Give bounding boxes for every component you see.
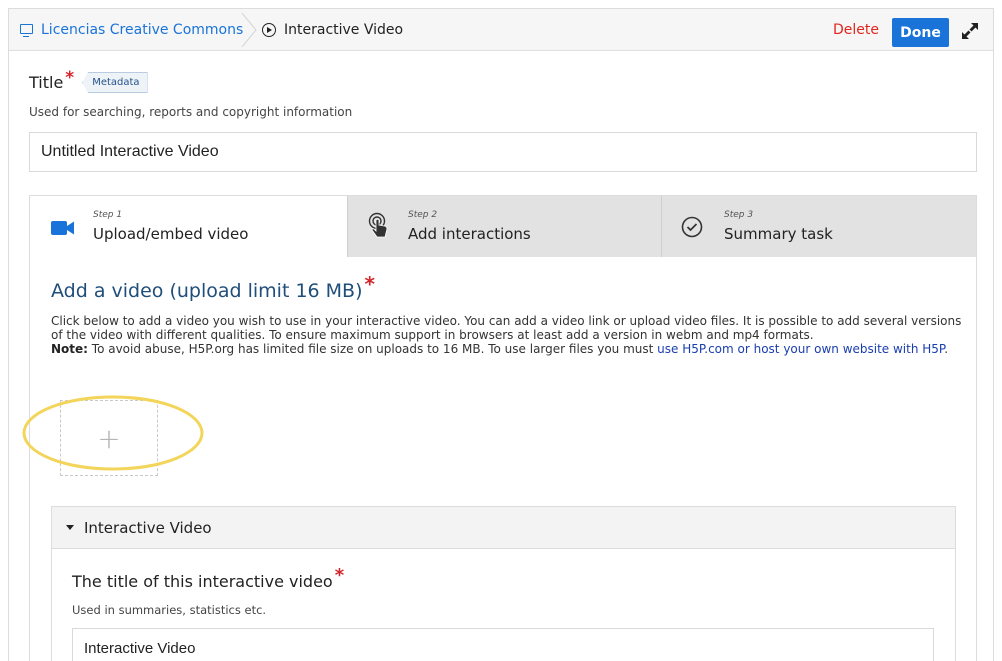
editor-frame: Licencias Creative Commons Interactive V… — [8, 8, 994, 661]
highlight-ellipse — [22, 395, 204, 471]
title-label-row: Title * Metadata — [29, 68, 148, 94]
note-end: . — [944, 342, 949, 356]
metadata-button[interactable]: Metadata — [82, 72, 148, 93]
top-bar: Licencias Creative Commons Interactive V… — [9, 9, 993, 51]
delete-button[interactable]: Delete — [833, 22, 879, 38]
monitor-icon — [20, 24, 33, 37]
tab-step-1[interactable]: Step 1 Upload/embed video — [30, 196, 347, 257]
check-circle-icon — [681, 216, 703, 238]
touch-icon — [368, 212, 388, 238]
required-mark: * — [334, 565, 345, 586]
required-mark: * — [364, 272, 375, 296]
step-number: Step 3 — [724, 210, 754, 220]
breadcrumb-current: Interactive Video — [262, 9, 403, 51]
breadcrumb-current-label: Interactive Video — [284, 22, 404, 38]
interactive-video-header[interactable]: Interactive Video — [52, 507, 955, 549]
breadcrumb-root[interactable]: Licencias Creative Commons — [9, 9, 243, 51]
step-number: Step 1 — [93, 210, 123, 220]
caret-down-icon — [66, 525, 74, 530]
title-input[interactable]: Untitled Interactive Video — [29, 132, 977, 172]
tab-step-3[interactable]: Step 3 Summary task — [662, 196, 976, 257]
required-mark: * — [65, 68, 75, 88]
play-circle-icon — [262, 23, 276, 37]
step-tabs: Step 1 Upload/embed video Step 2 Add int… — [30, 196, 976, 257]
section-label: Interactive Video — [84, 518, 212, 537]
tab-step-2[interactable]: Step 2 Add interactions — [348, 196, 661, 257]
interactive-video-section: Interactive Video The title of this inte… — [51, 506, 956, 661]
step-name: Summary task — [724, 225, 833, 243]
title-description: Used for searching, reports and copyrigh… — [29, 105, 353, 119]
note-label: Note: — [51, 342, 88, 356]
video-camera-icon — [51, 221, 74, 235]
step-name: Add interactions — [408, 225, 531, 243]
video-heading-text: Add a video (upload limit 16 MB) — [51, 280, 363, 302]
video-title-description: Used in summaries, statistics etc. — [72, 603, 267, 617]
steps-panel: Step 1 Upload/embed video Step 2 Add int… — [22, 195, 977, 661]
h5p-link[interactable]: use H5P.com or host your own website wit… — [657, 342, 944, 356]
step-number: Step 2 — [408, 210, 438, 220]
breadcrumb-root-label: Licencias Creative Commons — [41, 22, 244, 38]
video-heading: Add a video (upload limit 16 MB) * — [51, 272, 375, 302]
video-title-label: The title of this interactive video * — [72, 565, 344, 592]
video-title-input[interactable]: Interactive Video — [72, 628, 934, 661]
breadcrumb-separator-icon — [241, 13, 257, 47]
note-text: To avoid abuse, H5P.org has limited file… — [87, 342, 658, 356]
video-title-label-text: The title of this interactive video — [72, 572, 333, 591]
instructions-text: Click below to add a video you wish to u… — [51, 314, 962, 342]
video-instructions: Click below to add a video you wish to u… — [51, 314, 966, 356]
done-button[interactable]: Done — [892, 18, 949, 47]
fullscreen-icon[interactable] — [960, 21, 980, 41]
title-label: Title — [29, 73, 64, 92]
step-name: Upload/embed video — [93, 225, 249, 243]
